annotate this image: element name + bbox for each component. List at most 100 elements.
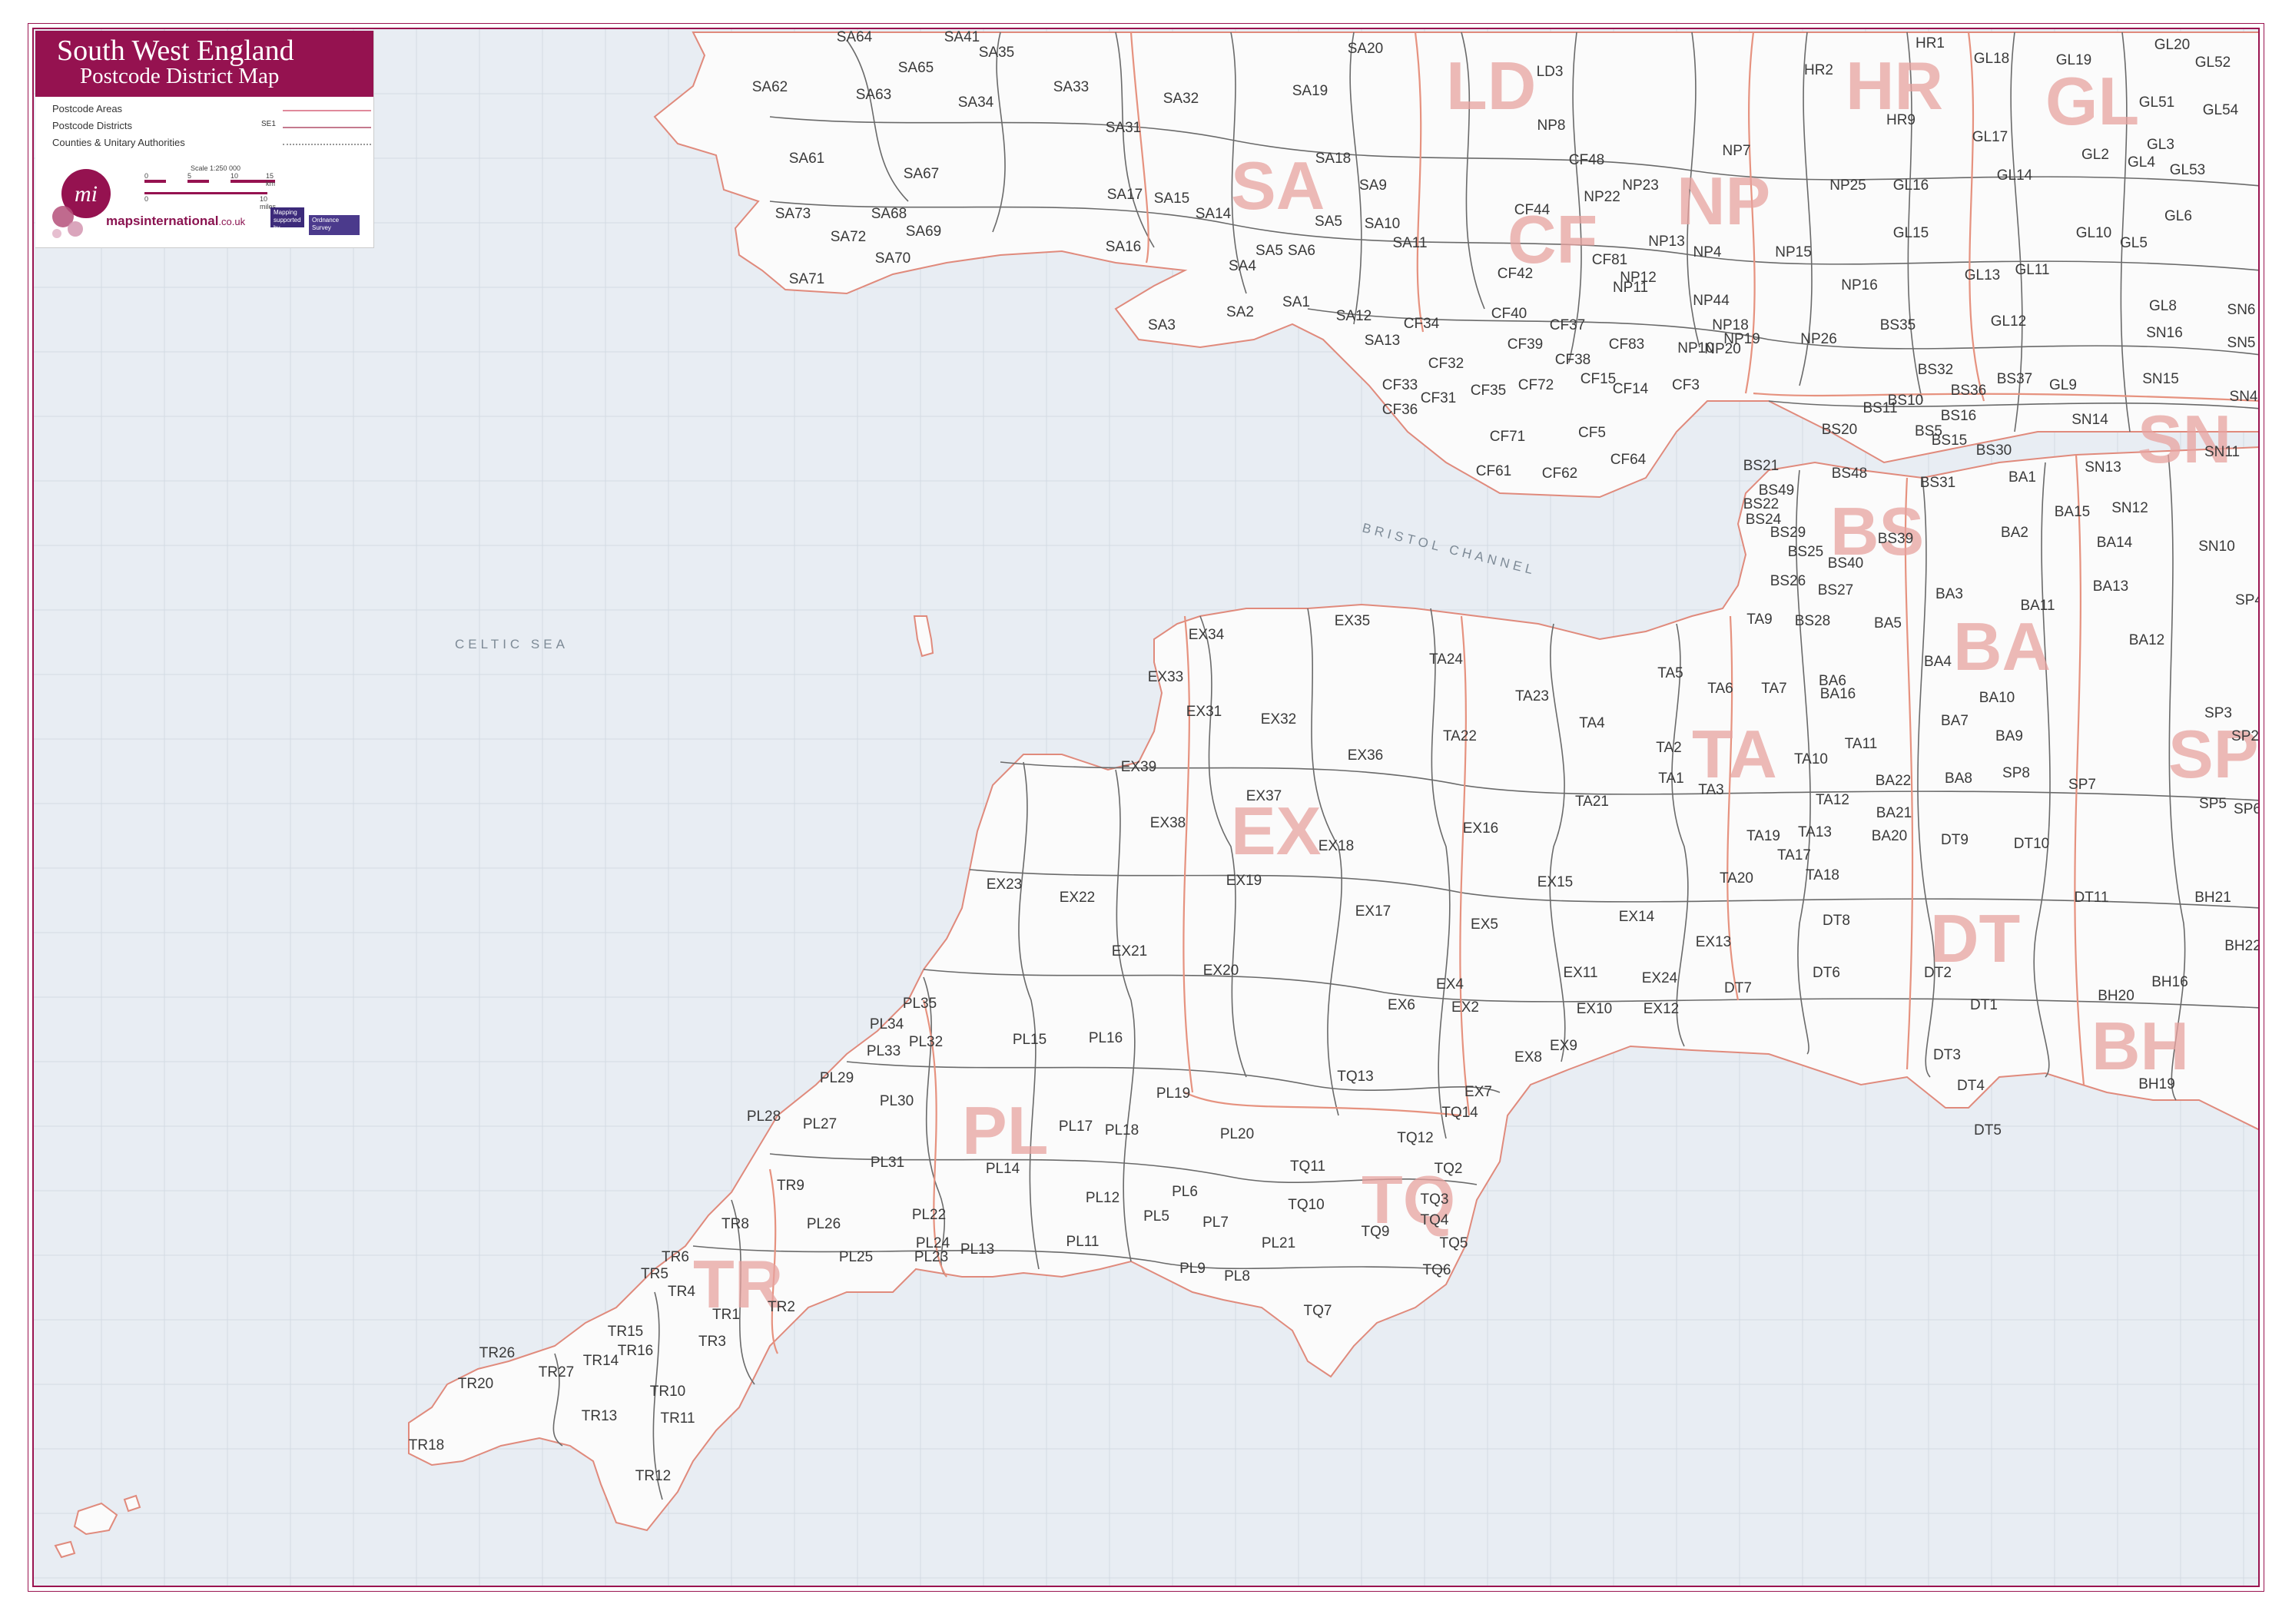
district-label-np13: NP13 [1648, 234, 1685, 250]
district-label-pl21: PL21 [1262, 1235, 1295, 1251]
district-label-ex24: EX24 [1642, 970, 1678, 986]
district-label-tr16: TR16 [618, 1343, 653, 1359]
district-label-sa3: SA3 [1148, 317, 1176, 333]
district-label-gl10: GL10 [2076, 225, 2111, 241]
district-label-dt6: DT6 [1813, 965, 1840, 981]
district-label-dt2: DT2 [1924, 965, 1952, 981]
district-label-ta10: TA10 [1794, 751, 1828, 767]
district-label-sa41: SA41 [944, 29, 980, 45]
district-label-tr26: TR26 [479, 1345, 515, 1361]
district-label-tq3: TQ3 [1421, 1191, 1449, 1208]
map-canvas[interactable]: SA LD HR GL CF NP SN BS BA TA EX PL TQ T… [34, 29, 2260, 1587]
title-band: South West England Postcode District Map [35, 31, 373, 97]
district-label-pl12: PL12 [1086, 1190, 1119, 1206]
district-label-tr9: TR9 [777, 1178, 804, 1194]
area-label: LD [1446, 48, 1536, 124]
district-label-pl34: PL34 [870, 1016, 904, 1032]
district-label-ex14: EX14 [1619, 909, 1655, 925]
district-label-dt4: DT4 [1957, 1078, 1985, 1094]
district-label-pl30: PL30 [880, 1093, 914, 1109]
district-label-sa5: SA5 [1255, 243, 1283, 259]
legend-item-counties: Counties & Unitary Authorities [52, 137, 185, 148]
district-label-sa65: SA65 [898, 60, 934, 76]
district-label-sa17: SA17 [1107, 187, 1143, 203]
area-label: SA [1231, 147, 1325, 224]
district-label-ta18: TA18 [1806, 867, 1839, 883]
district-label-ta13: TA13 [1798, 824, 1832, 840]
ordnance-survey-badge: Ordnance Survey [309, 215, 360, 235]
district-label-sn16: SN16 [2146, 325, 2183, 341]
district-label-sa15: SA15 [1154, 191, 1189, 207]
district-label-cf72: CF72 [1518, 377, 1554, 393]
district-label-sa9: SA9 [1359, 177, 1387, 194]
district-label-pl32: PL32 [909, 1034, 943, 1050]
district-label-tr4: TR4 [668, 1284, 695, 1300]
district-label-ba3: BA3 [1935, 586, 1963, 602]
district-label-np16: NP16 [1841, 277, 1878, 293]
district-label-ex32: EX32 [1261, 711, 1296, 727]
district-label-bs28: BS28 [1795, 613, 1830, 629]
district-label-sa71: SA71 [789, 271, 824, 287]
district-label-tq13: TQ13 [1337, 1069, 1374, 1085]
district-label-sa1: SA1 [1282, 294, 1310, 310]
district-label-ba4: BA4 [1924, 654, 1952, 670]
district-label-bh22: BH22 [2224, 938, 2260, 954]
brand-name[interactable]: mapsinternational.co.uk [106, 214, 245, 229]
district-label-sa31: SA31 [1106, 120, 1141, 136]
district-label-ba16: BA16 [1820, 686, 1856, 702]
district-label-ex2: EX2 [1451, 999, 1479, 1016]
district-label-gl13: GL13 [1965, 267, 2000, 283]
area-label: BH [2091, 1008, 2189, 1084]
district-label-sa10: SA10 [1365, 216, 1400, 232]
area-label: BA [1953, 608, 2051, 684]
district-label-bh20: BH20 [2098, 988, 2134, 1004]
district-label-sn4: SN4 [2230, 389, 2258, 405]
district-label-ta3: TA3 [1698, 782, 1723, 798]
district-label-ta24: TA24 [1429, 651, 1463, 668]
district-label-ta20: TA20 [1720, 870, 1753, 887]
district-label-ta9: TA9 [1746, 611, 1772, 628]
district-label-pl35: PL35 [903, 996, 937, 1012]
district-label-dt7: DT7 [1724, 980, 1752, 996]
scale-bar: Scale 1:250 000 0 5 10 15 km 0 10 miles [144, 164, 276, 210]
district-label-ba10: BA10 [1979, 690, 2015, 706]
district-label-ta6: TA6 [1707, 681, 1733, 697]
district-label-ba11: BA11 [2020, 598, 2055, 614]
district-label-tq10: TQ10 [1288, 1197, 1325, 1213]
district-label-bs11: BS11 [1862, 400, 1897, 416]
district-label-np20: NP20 [1704, 341, 1741, 357]
district-label-bs22: BS22 [1743, 496, 1779, 512]
district-label-bh16: BH16 [2151, 974, 2188, 990]
sea-label-bristol-channel: BRISTOL CHANNEL [1361, 520, 1537, 578]
legend-sample-district: SE1 [261, 120, 276, 128]
district-label-ta1: TA1 [1658, 771, 1683, 787]
badge-mapping: Mapping supported by [270, 207, 304, 231]
district-label-ex13: EX13 [1696, 934, 1731, 950]
district-label-bh19: BH19 [2138, 1076, 2175, 1092]
district-label-ex39: EX39 [1121, 759, 1156, 775]
district-label-pl29: PL29 [820, 1070, 854, 1086]
district-label-ta4: TA4 [1579, 715, 1605, 731]
district-label-dt3: DT3 [1933, 1047, 1961, 1063]
district-label-sa32: SA32 [1163, 91, 1199, 107]
district-label-cf64: CF64 [1610, 452, 1647, 468]
logo-mark: mi [75, 181, 98, 207]
district-label-sa4: SA4 [1229, 258, 1256, 274]
district-label-gl11: GL11 [2015, 262, 2049, 278]
district-label-np26: NP26 [1800, 331, 1837, 347]
district-label-ex5: EX5 [1471, 916, 1498, 933]
district-label-tq5: TQ5 [1440, 1235, 1468, 1251]
district-label-ex9: EX9 [1550, 1038, 1577, 1054]
district-label-bs21: BS21 [1743, 458, 1779, 474]
district-label-ex17: EX17 [1355, 903, 1391, 920]
district-label-ex31: EX31 [1186, 704, 1222, 720]
district-label-sa13: SA13 [1365, 333, 1400, 349]
district-label-cf36: CF36 [1382, 402, 1418, 418]
district-label-tq4: TQ4 [1421, 1212, 1449, 1228]
district-label-tr15: TR15 [608, 1324, 643, 1340]
district-label-sn5: SN5 [2227, 335, 2256, 351]
district-label-pl13: PL13 [960, 1241, 994, 1258]
district-label-sn14: SN14 [2071, 412, 2108, 428]
district-label-ld3: LD3 [1537, 64, 1564, 80]
district-label-dt5: DT5 [1974, 1122, 2002, 1138]
